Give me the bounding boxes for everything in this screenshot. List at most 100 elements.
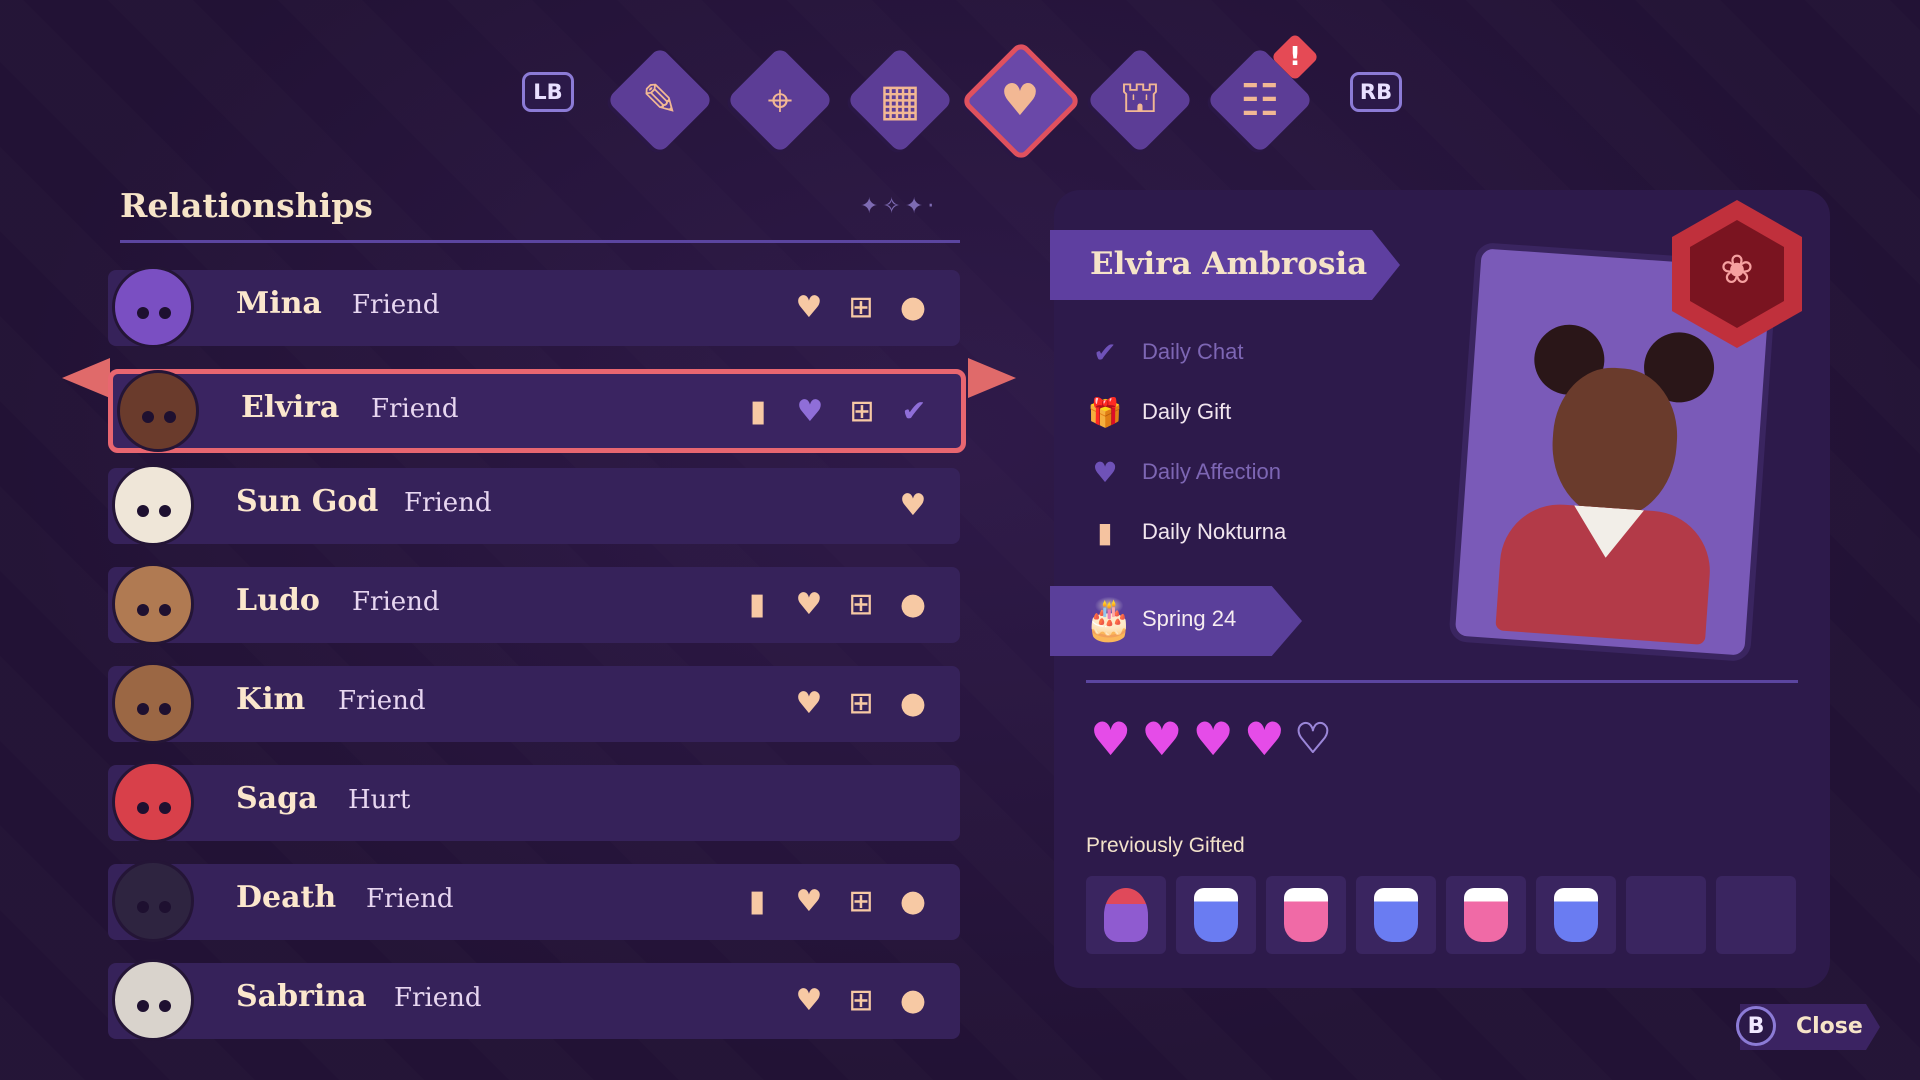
daily-status-icons: ♥ [894,486,932,526]
lb-shoulder-button[interactable]: LB [522,72,574,112]
tab-tombstone[interactable]: ⛫ [1086,46,1194,154]
gift-slot[interactable] [1446,876,1526,954]
gift-slot[interactable] [1716,876,1796,954]
sparkle-icon: ✦✧✦· [860,194,939,219]
daily-gift: 🎁 Daily Gift [1087,392,1232,432]
relationship-status: Friend [404,488,492,518]
gift-slot[interactable] [1536,876,1616,954]
avatar [112,959,194,1041]
pink-milkshake-icon [1464,888,1508,942]
avatar [112,266,194,348]
gift-slot[interactable] [1086,876,1166,954]
relationship-row-death[interactable]: Death Friend ▮ ♥ ⊞ ● [108,860,960,942]
heart-icon: ♥ [796,393,824,429]
avatar [112,464,194,546]
relationship-row-kim[interactable]: Kim Friend ♥ ⊞ ● [108,662,960,744]
heart-filled-icon: ♥ [1090,712,1132,766]
close-label[interactable]: Close [1796,1014,1863,1039]
map-icon: ⌖ [767,74,793,126]
relationship-status: Friend [394,983,482,1013]
alert-icon: ! [1289,42,1301,72]
tab-map[interactable]: ⌖ [726,46,834,154]
tab-calendar[interactable]: ▦ [846,46,954,154]
daily-label: Daily Affection [1142,459,1282,484]
gift-icon: ⊞ [849,393,875,429]
previously-gifted-title: Previously Gifted [1086,834,1245,857]
gift-slot[interactable] [1356,876,1436,954]
gift-icon: ⊞ [848,883,874,919]
tombstone-icon: ▮ [748,586,766,622]
gift-slot[interactable] [1176,876,1256,954]
daily-nokturna: ▮ Daily Nokturna [1088,512,1286,552]
bat-wing-left-icon [62,358,110,398]
gift-slot[interactable] [1626,876,1706,954]
tombstone-icon: ▮ [749,393,767,429]
character-name: Elvira [241,390,340,425]
avatar [112,662,194,744]
relationship-row-sabrina[interactable]: Sabrina Friend ♥ ⊞ ● [108,959,960,1041]
character-name: Sun God [236,484,379,519]
rb-shoulder-button[interactable]: RB [1350,72,1402,112]
character-name: Sabrina [236,979,367,1014]
relationship-row-saga[interactable]: Saga Hurt [108,761,960,843]
pink-milkshake-icon [1284,888,1328,942]
gift-icon: ⊞ [848,982,874,1018]
heart-icon: ♥ [795,883,823,919]
tab-bar: LB ✎ ⌖ ▦ ♥ ⛫ ☷ ! RB [0,32,1920,162]
tab-journal[interactable]: ☷ ! [1206,32,1320,154]
chat-check-icon: ✔ [1093,335,1117,369]
character-name: Mina [236,286,322,321]
avatar [112,563,194,645]
heart-icon: ♥ [1000,74,1040,126]
chat-bubble-icon: ● [899,982,927,1018]
daily-status-icons: ♥ ⊞ ● [790,981,932,1021]
bat-wing-right-icon [968,358,1016,398]
daily-chat: ✔ Daily Chat [1088,332,1243,372]
chat-bubble-icon: ✔ [901,393,927,429]
character-name: Kim [236,682,306,717]
tab-quill[interactable]: ✎ [606,46,714,154]
relationship-row-mina[interactable]: Mina Friend ♥ ⊞ ● [108,266,960,348]
divider [1086,680,1798,683]
daily-label: Daily Gift [1142,399,1232,424]
blue-milkshake-icon [1194,888,1238,942]
divider [120,240,960,243]
daily-label: Daily Chat [1142,339,1244,364]
avatar [112,761,194,843]
tombstone-icon: ⛫ [1119,71,1161,123]
relationship-status: Friend [338,686,426,716]
gift-icon: 🎁 [1087,395,1123,429]
affection-hearts: ♥ ♥ ♥ ♥ ♥ [1090,712,1332,766]
relationship-status: Friend [352,587,440,617]
tab-relationships[interactable]: ♥ [960,40,1082,162]
b-button-icon[interactable]: B [1736,1006,1776,1046]
relationship-row-sun-god[interactable]: Sun God Friend ♥ [108,464,960,546]
gift-icon: ⊞ [848,685,874,721]
heart-icon: ♥ [795,289,823,325]
heart-icon: ♥ [899,487,927,523]
heart-icon: ♥ [795,586,823,622]
heart-filled-icon: ♥ [1141,712,1183,766]
previously-gifted-slots [1086,876,1796,954]
character-name: Saga [236,781,318,816]
gift-slot[interactable] [1266,876,1346,954]
relationships-title: Relationships [120,186,373,225]
calendar-icon: ▦ [879,74,921,126]
heart-filled-icon: ♥ [1192,712,1234,766]
relationship-row-elvira[interactable]: Elvira Friend ▮ ♥ ⊞ ✔ [108,369,966,453]
daily-status-icons: ♥ ⊞ ● [790,288,932,328]
relationship-status: Friend [352,290,440,320]
character-name: Death [236,880,337,915]
heart-filled-icon: ♥ [1243,712,1285,766]
relationship-status: Friend [366,884,454,914]
gift-icon: ⊞ [848,586,874,622]
daily-status-icons: ▮ ♥ ⊞ ● [738,585,932,625]
avatar [117,370,199,452]
cupcake-icon [1104,888,1148,942]
relationship-row-ludo[interactable]: Ludo Friend ▮ ♥ ⊞ ● [108,563,960,645]
relationship-status: Friend [371,394,459,424]
chat-bubble-icon: ● [899,883,927,919]
character-name: Ludo [236,583,320,618]
blue-milkshake-icon [1554,888,1598,942]
daily-label: Daily Nokturna [1142,519,1287,544]
